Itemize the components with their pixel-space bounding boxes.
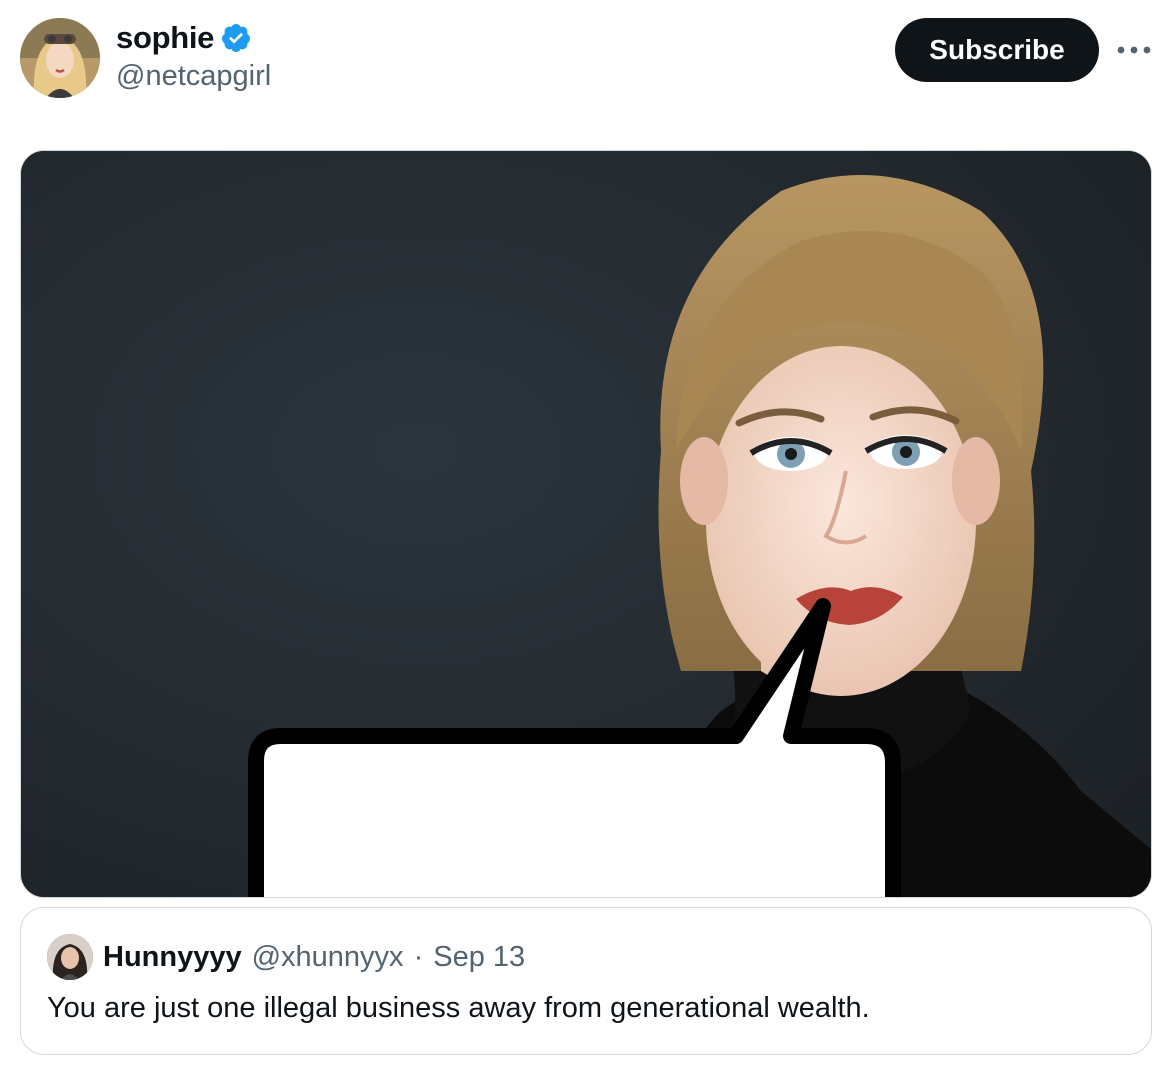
author-display-name[interactable]: sophie — [116, 20, 214, 56]
quoted-author-handle[interactable]: @xhunnyyx — [252, 941, 404, 974]
verified-badge-icon — [222, 24, 251, 52]
author-handle[interactable]: @netcapgirl — [116, 60, 271, 93]
media-image — [21, 151, 1151, 897]
avatar-image — [20, 18, 100, 98]
separator-dot: · — [413, 940, 424, 973]
author-avatar[interactable] — [20, 18, 100, 98]
quoted-author-name[interactable]: Hunnyyyy — [103, 941, 242, 974]
quoted-tweet-text: You are just one illegal business away f… — [47, 992, 870, 1024]
tweet: sophie @netcapgirl Subscribe Hunnyyyy @x… — [0, 0, 1168, 1074]
quoted-tweet-date[interactable]: Sep 13 — [433, 941, 525, 974]
subscribe-button[interactable]: Subscribe — [895, 18, 1099, 82]
more-horizontal-icon — [1117, 46, 1151, 54]
tweet-media[interactable] — [20, 150, 1152, 898]
author-name-row[interactable]: sophie — [116, 20, 252, 56]
quoted-tweet-header: Hunnyyyy @xhunnyyx · Sep 13 — [47, 934, 525, 980]
more-options-button[interactable] — [1112, 30, 1156, 70]
quoted-author-avatar[interactable] — [47, 934, 93, 980]
quoted-tweet[interactable]: Hunnyyyy @xhunnyyx · Sep 13 You are just… — [20, 907, 1152, 1055]
quoted-avatar-image — [47, 934, 93, 980]
